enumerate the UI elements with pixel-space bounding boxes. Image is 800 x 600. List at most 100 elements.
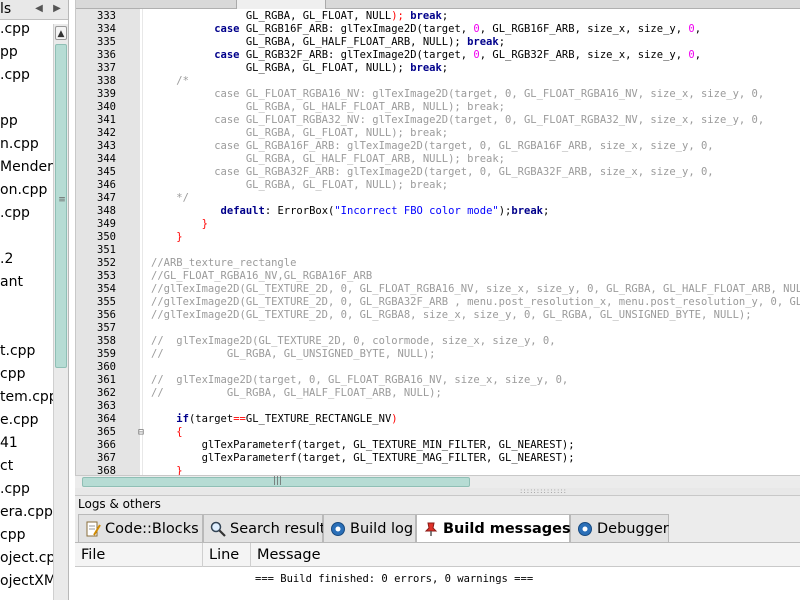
code-line[interactable]: case GL_FLOAT_RGBA16_NV: glTexImage2D(ta… [151, 88, 764, 101]
project-file-item[interactable]: tem.cpp [0, 388, 58, 406]
code-line[interactable]: GL_RGBA, GL_HALF_FLOAT_ARB, NULL); break… [151, 36, 505, 49]
line-number-gutter: 333 334 335 336 337 338 339 340 341 342 343 344 345 3… [76, 9, 140, 475]
project-file-item[interactable]: era.cpp [0, 503, 53, 521]
project-file-item[interactable]: cpp [0, 526, 25, 544]
line-number: 350 [97, 231, 116, 243]
project-file-item[interactable]: pp [0, 595, 18, 600]
tab-label: Build log [350, 521, 414, 537]
code-line[interactable]: //GL_FLOAT_RGBA16_NV,GL_RGBA16F_ARB [151, 270, 372, 283]
column-header-file[interactable]: File [75, 543, 203, 567]
scroll-up-icon[interactable]: ▲ [55, 26, 67, 40]
code-line[interactable]: GL_RGBA, GL_FLOAT, NULL); break; [151, 62, 448, 75]
logs-panel: Logs & others Code::Blocks Search result… [75, 495, 800, 600]
line-number: 352 [97, 257, 116, 269]
line-number: 346 [97, 179, 116, 191]
project-file-item[interactable]: pp [0, 43, 18, 61]
line-number: 340 [97, 101, 116, 113]
line-number: 348 [97, 205, 116, 217]
line-number: 344 [97, 153, 116, 165]
line-number: 365 [97, 426, 116, 438]
tab-search-results[interactable]: Search results [203, 514, 333, 542]
line-number: 367 [97, 452, 116, 464]
code-line[interactable]: // glTexImage2D(target, 0, GL_FLOAT_RGBA… [151, 374, 568, 387]
document-pencil-icon [86, 521, 101, 537]
code-line[interactable]: GL_RGBA, GL_HALF_FLOAT_ARB, NULL); break… [151, 153, 505, 166]
line-number: 355 [97, 296, 116, 308]
fold-margin [142, 9, 143, 475]
code-line[interactable]: */ [151, 192, 189, 205]
tab-build-messages[interactable]: Build messages [416, 514, 571, 543]
code-line[interactable]: case GL_RGB32F_ARB: glTexImage2D(target,… [151, 49, 701, 62]
code-line[interactable]: glTexParameterf(target, GL_TEXTURE_MAG_F… [151, 452, 575, 465]
gear-icon [578, 522, 592, 536]
scrollbar-thumb[interactable]: ≡ [55, 44, 67, 368]
editor-tab[interactable] [236, 0, 326, 9]
project-file-item[interactable]: ant [0, 273, 23, 291]
code-line[interactable]: //glTexImage2D(GL_TEXTURE_2D, 0, GL_RGBA… [151, 296, 800, 309]
code-line[interactable]: /* [151, 75, 189, 88]
code-line[interactable]: // GL_RGBA, GL_HALF_FLOAT_ARB, NULL); [151, 387, 442, 400]
code-line[interactable]: //ARB_texture_rectangle [151, 257, 296, 270]
project-file-item[interactable]: .cpp [0, 480, 30, 498]
tab-label: Search results [230, 521, 334, 537]
project-file-item[interactable]: e.cpp [0, 411, 39, 429]
tab-codeblocks[interactable]: Code::Blocks [78, 514, 203, 542]
line-number: 337 [97, 62, 116, 74]
project-file-item[interactable]: ct [0, 457, 13, 475]
code-line[interactable]: { [151, 426, 182, 439]
project-panel-scrollbar[interactable]: ▲ ≡ [53, 24, 68, 600]
code-line[interactable]: } [151, 231, 182, 244]
code-editor[interactable]: 333 334 335 336 337 338 339 340 341 342 343 344 345 3… [75, 0, 800, 475]
line-number: 364 [97, 413, 116, 425]
code-line[interactable]: glTexParameterf(target, GL_TEXTURE_MIN_F… [151, 439, 575, 452]
project-file-item[interactable]: .cpp [0, 20, 30, 38]
project-file-item[interactable]: n.cpp [0, 135, 39, 153]
project-file-item[interactable]: cpp [0, 365, 25, 383]
build-messages-list[interactable]: File Line Message === Build finished: 0 … [75, 542, 800, 600]
line-number: 357 [97, 322, 116, 334]
line-number: 333 [97, 10, 116, 22]
project-file-item[interactable]: .cpp [0, 204, 30, 222]
code-line[interactable]: //glTexImage2D(GL_TEXTURE_2D, 0, GL_RGBA… [151, 309, 752, 322]
panel-splitter[interactable]: :::::::::::::: [75, 488, 800, 495]
project-file-item[interactable]: 41 [0, 434, 18, 452]
tab-debugger[interactable]: Debugger [570, 514, 669, 542]
code-line[interactable]: case GL_RGBA32F_ARB: glTexImage2D(target… [151, 166, 713, 179]
code-line[interactable]: // glTexImage2D(GL_TEXTURE_2D, 0, colorm… [151, 335, 556, 348]
code-line[interactable]: case GL_RGBA16F_ARB: glTexImage2D(target… [151, 140, 713, 153]
code-line[interactable]: case GL_RGB16F_ARB: glTexImage2D(target,… [151, 23, 701, 36]
build-message-row[interactable]: === Build finished: 0 errors, 0 warnings… [255, 573, 533, 585]
build-messages-header: File Line Message [75, 543, 800, 567]
project-panel-tab-label[interactable]: ls [0, 1, 11, 17]
code-line[interactable]: } [151, 218, 208, 231]
code-line[interactable]: // GL_RGBA, GL_UNSIGNED_BYTE, NULL); [151, 348, 435, 361]
project-file-item[interactable]: .2 [0, 250, 13, 268]
line-number: 361 [97, 374, 116, 386]
project-panel-tab[interactable]: ls ◀ ▶ [0, 0, 68, 20]
code-line[interactable]: GL_RGBA, GL_FLOAT, NULL); break; [151, 10, 448, 23]
code-line[interactable]: } [151, 465, 182, 475]
project-file-item[interactable]: pp [0, 112, 18, 130]
code-line[interactable]: if(target==GL_TEXTURE_RECTANGLE_NV) [151, 413, 397, 426]
code-line[interactable]: GL_RGBA, GL_FLOAT, NULL); break; [151, 127, 448, 140]
project-file-item[interactable]: t.cpp [0, 342, 35, 360]
code-line[interactable]: //glTexImage2D(GL_TEXTURE_2D, 0, GL_FLOA… [151, 283, 800, 296]
scrollbar-grip-icon: ||| [273, 476, 283, 486]
code-line[interactable]: default: ErrorBox("Incorrect FBO color m… [151, 205, 550, 218]
column-header-message[interactable]: Message [251, 543, 800, 567]
project-file-item[interactable]: on.cpp [0, 181, 47, 199]
tab-scroll-right-icon[interactable]: ▶ [49, 1, 65, 17]
line-number: 349 [97, 218, 116, 230]
tab-label: Debugger [597, 521, 669, 537]
tab-build-log[interactable]: Build log [323, 514, 416, 542]
tab-scroll-left-icon[interactable]: ◀ [31, 1, 47, 17]
fold-toggle-icon[interactable]: ⊟ [138, 426, 144, 439]
column-header-line[interactable]: Line [203, 543, 251, 567]
horizontal-scrollbar-thumb[interactable]: ||| [82, 476, 470, 487]
code-line[interactable]: case GL_FLOAT_RGBA32_NV: glTexImage2D(ta… [151, 114, 764, 127]
line-number: 341 [97, 114, 116, 126]
editor-horizontal-scrollbar[interactable]: ||| [75, 475, 800, 488]
code-line[interactable]: GL_RGBA, GL_HALF_FLOAT_ARB, NULL); break… [151, 101, 505, 114]
project-file-item[interactable]: .cpp [0, 66, 30, 84]
code-line[interactable]: GL_RGBA, GL_FLOAT, NULL); break; [151, 179, 448, 192]
